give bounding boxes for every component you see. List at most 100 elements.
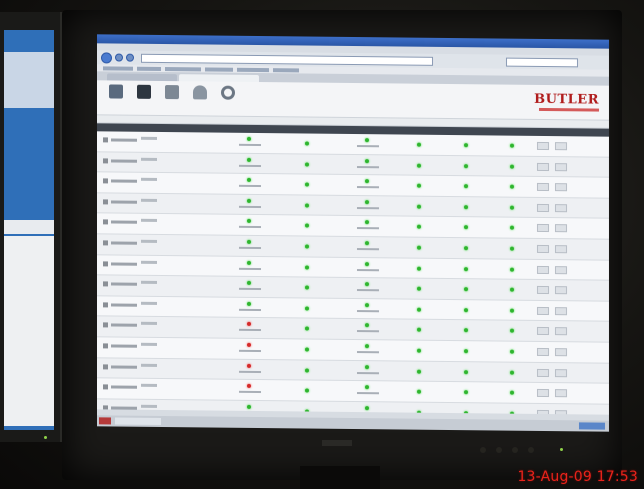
row-details-button[interactable] bbox=[555, 306, 567, 315]
row-action-button[interactable] bbox=[537, 327, 549, 336]
status-detail bbox=[239, 164, 261, 167]
bookmark-item[interactable] bbox=[165, 66, 201, 71]
host-icon bbox=[103, 322, 108, 328]
status-dot-ok bbox=[417, 142, 421, 147]
status-detail bbox=[357, 268, 379, 271]
row-action-button[interactable] bbox=[537, 183, 549, 192]
bookmark-item[interactable] bbox=[103, 65, 133, 71]
reload-button[interactable] bbox=[126, 53, 134, 62]
status-dot-ok bbox=[510, 226, 514, 231]
status-detail bbox=[239, 390, 261, 394]
host-detail bbox=[141, 219, 157, 223]
status-dot-ok bbox=[365, 261, 369, 266]
host-name bbox=[111, 159, 137, 163]
toolbar-item-settings[interactable] bbox=[217, 85, 239, 105]
status-dot-ok bbox=[464, 204, 468, 209]
status-dot-ok bbox=[365, 138, 369, 143]
toolbar-item-statistics[interactable] bbox=[161, 85, 183, 104]
row-details-button[interactable] bbox=[555, 327, 567, 336]
row-details-button[interactable] bbox=[555, 224, 567, 233]
status-dot-ok bbox=[247, 281, 251, 286]
bookmark-item[interactable] bbox=[273, 67, 299, 72]
status-detail bbox=[357, 227, 379, 230]
bookmark-item[interactable] bbox=[205, 66, 233, 72]
host-name bbox=[111, 282, 137, 286]
status-dot-ok bbox=[305, 285, 309, 290]
row-action-button[interactable] bbox=[537, 162, 549, 171]
status-dot-ok bbox=[247, 178, 251, 183]
address-bar[interactable] bbox=[141, 53, 433, 66]
status-dot-ok bbox=[365, 302, 369, 307]
row-details-button[interactable] bbox=[555, 368, 567, 377]
status-detail bbox=[357, 330, 379, 333]
row-action-button[interactable] bbox=[537, 141, 549, 151]
status-dot-ok bbox=[510, 267, 514, 272]
row-details-button[interactable] bbox=[555, 348, 567, 357]
forward-button[interactable] bbox=[115, 53, 123, 62]
monitoring-icon bbox=[109, 84, 123, 99]
bookmark-item[interactable] bbox=[237, 67, 269, 72]
monitor-control-button bbox=[512, 447, 518, 453]
host-detail bbox=[141, 157, 157, 161]
brand-logo: BUTLER bbox=[517, 92, 599, 112]
bookmark-item[interactable] bbox=[137, 66, 161, 71]
row-details-button[interactable] bbox=[555, 265, 567, 274]
row-action-button[interactable] bbox=[537, 306, 549, 315]
row-details-button[interactable] bbox=[555, 162, 567, 171]
gear-icon bbox=[221, 85, 235, 100]
row-action-button[interactable] bbox=[537, 265, 549, 274]
status-dot-ok bbox=[417, 163, 421, 168]
host-detail bbox=[141, 280, 157, 285]
status-detail bbox=[357, 248, 379, 251]
status-dot-ok bbox=[247, 260, 251, 265]
toolbar-item-alarms[interactable] bbox=[189, 85, 211, 104]
row-action-button[interactable] bbox=[537, 347, 549, 356]
host-name bbox=[111, 138, 137, 142]
status-dot-ok bbox=[417, 225, 421, 230]
back-button[interactable] bbox=[101, 51, 112, 63]
start-button[interactable] bbox=[99, 417, 111, 425]
status-detail bbox=[239, 287, 261, 291]
row-action-button[interactable] bbox=[537, 389, 549, 398]
status-detail bbox=[357, 186, 379, 189]
chart-icon bbox=[165, 85, 179, 100]
browser-search-box[interactable] bbox=[506, 57, 578, 67]
host-name bbox=[111, 241, 137, 245]
status-dot-ok bbox=[305, 388, 309, 393]
row-details-button[interactable] bbox=[555, 245, 567, 254]
row-details-button[interactable] bbox=[555, 203, 567, 213]
row-details-button[interactable] bbox=[555, 389, 567, 398]
toolbar-item-label bbox=[189, 101, 211, 104]
status-detail bbox=[239, 308, 261, 311]
host-icon bbox=[103, 157, 108, 164]
status-dot-ok bbox=[305, 203, 309, 208]
host-name bbox=[111, 303, 137, 307]
brand-tagline bbox=[539, 107, 599, 112]
status-detail bbox=[357, 165, 379, 168]
bell-icon bbox=[193, 85, 207, 100]
row-details-button[interactable] bbox=[555, 286, 567, 295]
host-icon bbox=[103, 343, 108, 349]
row-action-button[interactable] bbox=[537, 286, 549, 295]
toolbar-item-overview[interactable] bbox=[133, 84, 155, 104]
row-action-button[interactable] bbox=[537, 203, 549, 212]
left-window-toolbar bbox=[4, 220, 54, 234]
taskbar-item-browser[interactable] bbox=[115, 417, 161, 425]
status-detail bbox=[357, 350, 379, 354]
status-dot-ok bbox=[510, 143, 514, 148]
status-dot-ok bbox=[510, 205, 514, 210]
status-detail bbox=[239, 143, 261, 147]
row-action-button[interactable] bbox=[537, 244, 549, 254]
host-icon bbox=[103, 219, 108, 225]
row-action-button[interactable] bbox=[537, 368, 549, 377]
host-icon bbox=[103, 302, 108, 308]
row-details-button[interactable] bbox=[555, 183, 567, 192]
row-details-button[interactable] bbox=[555, 142, 567, 151]
toolbar-item-monitoring[interactable] bbox=[105, 84, 127, 103]
host-icon bbox=[103, 199, 108, 205]
toolbar-item-label bbox=[105, 100, 127, 103]
row-action-button[interactable] bbox=[537, 224, 549, 233]
host-detail bbox=[141, 383, 157, 388]
status-table bbox=[97, 131, 609, 425]
monitor-power-led bbox=[560, 448, 563, 451]
